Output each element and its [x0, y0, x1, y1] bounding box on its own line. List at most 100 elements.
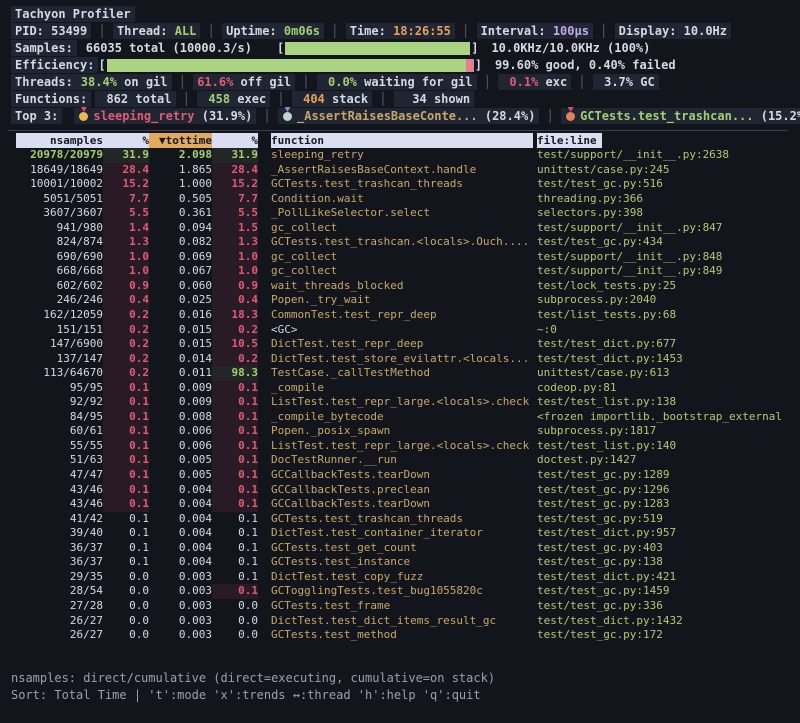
- cell-file-line: selectors.py:398: [537, 206, 792, 221]
- cell-file-line: test/support/__init__.py:848: [537, 250, 792, 265]
- table-row[interactable]: 55/550.10.0060.1ListTest.test_repr_large…: [11, 439, 792, 454]
- cell-direct-percent: 0.1: [103, 424, 149, 439]
- cell-cumulative-percent: 0.0: [212, 599, 258, 614]
- table-row[interactable]: 113/646700.20.01198.3TestCase._callTestM…: [11, 366, 792, 381]
- cell-cumulative-percent: 0.1: [212, 555, 258, 570]
- app-title: Tachyon Profiler: [11, 6, 135, 22]
- threads-value: 0.1%: [502, 74, 538, 91]
- threads-value: 0.0%: [321, 74, 357, 91]
- cell-nsamples: 113/64670: [16, 366, 103, 381]
- table-row[interactable]: 824/8741.30.0821.3GCTests.test_trashcan.…: [11, 235, 792, 250]
- table-row[interactable]: 246/2460.40.0250.4Popen._try_waitsubproc…: [11, 293, 792, 308]
- table-row[interactable]: 20978/2097931.92.09831.9sleeping_retryte…: [11, 148, 792, 163]
- column-header-function[interactable]: function: [271, 133, 533, 148]
- table-row[interactable]: 27/280.00.0030.0GCTests.test_frametest/t…: [11, 599, 792, 614]
- cell-tottime: 0.004: [149, 555, 212, 570]
- separator-bar: │: [270, 92, 292, 106]
- samples-line: Samples:66035 total (10000.3/s)[]10.0KHz…: [11, 40, 792, 57]
- cell-nsamples: 39/40: [16, 526, 103, 541]
- footer: nsamples: direct/cumulative (direct=exec…: [11, 670, 792, 704]
- table-row[interactable]: 36/370.10.0040.1GCTests.test_instancetes…: [11, 555, 792, 570]
- efficiency-summary: 99.60% good, 0.40% failed: [495, 58, 676, 72]
- cell-direct-percent: 1.4: [103, 221, 149, 236]
- cell-file-line: subprocess.py:2040: [537, 293, 792, 308]
- cell-file-line: threading.py:366: [537, 192, 792, 207]
- samples-label: Samples:: [11, 40, 77, 56]
- table-row[interactable]: 3607/36075.50.3615.5_PollLikeSelector.se…: [11, 206, 792, 221]
- table-row[interactable]: 151/1510.20.0150.2<GC>~:0: [11, 323, 792, 338]
- cell-function-name: GCCallbackTests.tearDown: [271, 468, 533, 483]
- column-header-file-line[interactable]: file:line: [537, 133, 792, 148]
- top3-function-name: sleeping_retry: [93, 109, 201, 123]
- cell-direct-percent: 1.0: [103, 264, 149, 279]
- table-row[interactable]: 43/460.10.0040.1GCCallbackTests.tearDown…: [11, 497, 792, 512]
- table-row[interactable]: 941/9801.40.0941.5gc_collecttest/support…: [11, 221, 792, 236]
- table-row[interactable]: 18649/1864928.41.86528.4_AssertRaisesBas…: [11, 163, 792, 178]
- top3-percentage: (15.2%): [761, 109, 800, 123]
- column-header-tottime[interactable]: ▼tottime: [149, 133, 212, 148]
- table-row[interactable]: 43/460.10.0040.1GCCallbackTests.preclean…: [11, 483, 792, 498]
- column-header-nsamples[interactable]: nsamples: [16, 133, 103, 148]
- table-row[interactable]: 29/350.00.0030.1DictTest.test_copy_fuzzt…: [11, 570, 792, 585]
- cell-direct-percent: 0.2: [103, 323, 149, 338]
- cell-file-line: test/test_gc.py:138: [537, 555, 792, 570]
- cell-tottime: 0.008: [149, 410, 212, 425]
- table-row[interactable]: 162/120590.20.01618.3CommonTest.test_rep…: [11, 308, 792, 323]
- table-row[interactable]: 28/540.00.0030.1GCTogglingTests.test_bug…: [11, 584, 792, 599]
- cell-cumulative-percent: 15.2: [212, 177, 258, 192]
- column-header-%[interactable]: %: [212, 133, 258, 148]
- cell-file-line: test/support/__init__.py:847: [537, 221, 792, 236]
- cell-function-name: GCTests.test_get_count: [271, 541, 533, 556]
- cell-direct-percent: 0.1: [103, 555, 149, 570]
- table-row[interactable]: 137/1470.20.0140.2DictTest.test_store_ev…: [11, 352, 792, 367]
- cell-function-name: ListTest.test_repr_large.<locals>.check: [271, 395, 533, 410]
- info-pair-value: 18:26:55: [393, 24, 451, 38]
- table-row[interactable]: 92/920.10.0090.1ListTest.test_repr_large…: [11, 395, 792, 410]
- top3-label: Top 3:: [11, 108, 62, 124]
- info-pair-pid: PID: 53499: [11, 23, 91, 39]
- cell-file-line: test/lock_tests.py:25: [537, 279, 792, 294]
- table-row[interactable]: 39/400.10.0040.1DictTest.test_container_…: [11, 526, 792, 541]
- top3-function-name: GCTests.test_trashcan...: [580, 109, 761, 123]
- table-row[interactable]: 51/630.10.0050.1DocTestRunner.__rundocte…: [11, 453, 792, 468]
- efficiency-bar-good-fill: [107, 59, 467, 72]
- table-row[interactable]: 84/950.10.0080.1_compile_bytecode<frozen…: [11, 410, 792, 425]
- table-row[interactable]: 60/610.10.0060.1Popen._posix_spawnsubpro…: [11, 424, 792, 439]
- cell-direct-percent: 0.1: [103, 483, 149, 498]
- separator-bar: │: [295, 75, 317, 89]
- cell-direct-percent: 0.0: [103, 570, 149, 585]
- functions-segment: 404 stack: [292, 91, 372, 107]
- samples-total: 66035 total (10000.3/s): [86, 41, 252, 55]
- table-row[interactable]: 147/69000.20.01510.5DictTest.test_repr_d…: [11, 337, 792, 352]
- table-row[interactable]: 602/6020.90.0600.9wait_threads_blockedte…: [11, 279, 792, 294]
- profiler-screen: Tachyon Profiler PID: 53499 │ Thread: AL…: [0, 0, 800, 723]
- table-row[interactable]: 26/270.00.0030.0DictTest.test_dict_items…: [11, 614, 792, 629]
- cell-function-name: _PollLikeSelector.select: [271, 206, 533, 221]
- table-row[interactable]: 36/370.10.0040.1GCTests.test_get_countte…: [11, 541, 792, 556]
- cell-function-name: gc_collect: [271, 250, 533, 265]
- cell-nsamples: 824/874: [16, 235, 103, 250]
- table-row[interactable]: 26/270.00.0030.0GCTests.test_methodtest/…: [11, 628, 792, 643]
- table-row[interactable]: 95/950.10.0090.1_compilecodeop.py:81: [11, 381, 792, 396]
- cell-tottime: 0.006: [149, 424, 212, 439]
- column-header-label: ▼tottime: [149, 133, 212, 148]
- column-header-%[interactable]: %: [103, 133, 149, 148]
- cell-nsamples: 18649/18649: [16, 163, 103, 178]
- cell-file-line: test/test_list.py:138: [537, 395, 792, 410]
- table-row[interactable]: 5051/50517.70.5057.7Condition.waitthread…: [11, 192, 792, 207]
- cell-nsamples: 36/37: [16, 541, 103, 556]
- cell-function-name: GCTests.test_trashcan.<locals>.Ouch....: [271, 235, 533, 250]
- functions-value: 404: [296, 91, 325, 108]
- table-row[interactable]: 690/6901.00.0691.0gc_collecttest/support…: [11, 250, 792, 265]
- table-row[interactable]: 41/420.10.0040.1GCTests.test_trashcan_th…: [11, 512, 792, 527]
- table-row[interactable]: 47/470.10.0050.1GCCallbackTests.tearDown…: [11, 468, 792, 483]
- separator-bar: │: [539, 109, 561, 123]
- header-separator-rule: [8, 130, 788, 131]
- cell-tottime: 0.361: [149, 206, 212, 221]
- table-row[interactable]: 668/6681.00.0671.0gc_collecttest/support…: [11, 264, 792, 279]
- threads-text: on gil: [117, 75, 168, 89]
- table-row[interactable]: 10001/1000215.21.00015.2GCTests.test_tra…: [11, 177, 792, 192]
- cell-tottime: 0.505: [149, 192, 212, 207]
- cell-function-name: Popen._posix_spawn: [271, 424, 533, 439]
- threads-value: 3.7%: [597, 74, 633, 91]
